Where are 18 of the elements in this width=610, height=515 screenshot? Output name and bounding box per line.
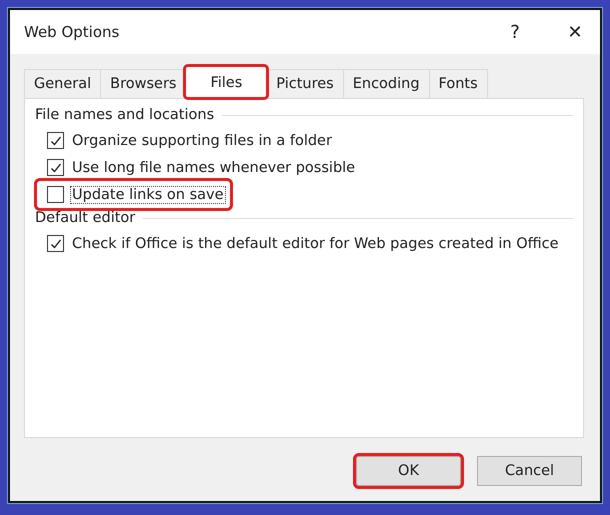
checkbox-label[interactable]: Update links on save	[70, 186, 226, 204]
checkbox-label[interactable]: Organize supporting files in a folder	[70, 132, 334, 150]
help-button[interactable]: ?	[490, 12, 540, 52]
checkbox[interactable]	[47, 159, 64, 176]
dialog-button[interactable]: OK	[356, 456, 461, 486]
tab[interactable]: General	[24, 69, 102, 98]
dialog-button[interactable]: Cancel	[477, 456, 582, 486]
checkbox-label[interactable]: Check if Office is the default editor for Web pages created in Office	[70, 234, 561, 252]
tab[interactable]: Fonts	[428, 69, 488, 98]
checkbox[interactable]	[47, 132, 64, 149]
tab[interactable]: Files	[185, 66, 268, 98]
checkbox[interactable]	[47, 235, 64, 252]
checkbox-label[interactable]: Use long file names whenever possible	[70, 158, 358, 176]
group-title: File names and locations	[35, 107, 214, 123]
window-title: Web Options	[24, 23, 120, 41]
close-button[interactable]: ✕	[550, 12, 600, 52]
checkbox[interactable]	[47, 186, 64, 203]
group-title: Default editor	[35, 210, 136, 226]
